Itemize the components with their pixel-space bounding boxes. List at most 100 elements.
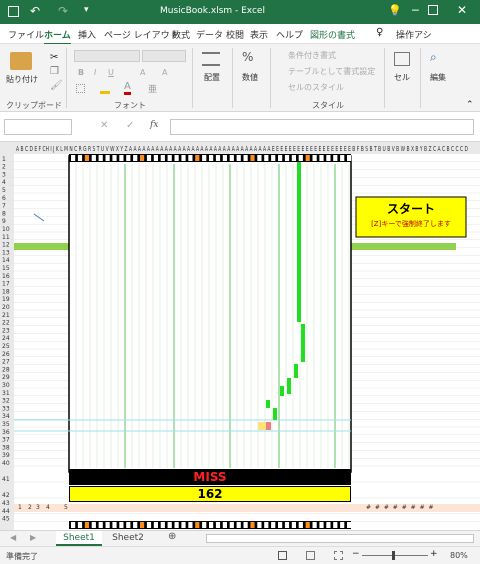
font-name-select[interactable] xyxy=(74,50,140,62)
alignment-button[interactable]: 配置 xyxy=(204,72,220,83)
scroll-right-icon[interactable]: ▶ xyxy=(30,533,36,542)
row-number: 1 xyxy=(2,156,6,163)
font-grow-icon[interactable]: A xyxy=(140,68,145,77)
row-number: 43 xyxy=(2,500,10,507)
tab-insert[interactable]: 挿入 xyxy=(78,28,96,41)
start-button[interactable]: スタート xyxy=(356,200,466,217)
tab-view[interactable]: 表示 xyxy=(250,28,268,41)
row-number: 13 xyxy=(2,249,10,256)
borders-icon[interactable] xyxy=(76,84,85,93)
page-break-view-icon[interactable] xyxy=(334,551,343,560)
normal-view-icon[interactable] xyxy=(278,551,287,560)
cut-icon[interactable]: ✂ xyxy=(50,52,58,63)
status-ready: 準備完了 xyxy=(6,552,38,561)
row-number: 17 xyxy=(2,281,10,288)
paste-icon[interactable] xyxy=(10,52,32,70)
format-painter-icon[interactable]: 🖌 xyxy=(50,80,63,91)
editing-button[interactable]: 編集 xyxy=(430,72,446,83)
key xyxy=(264,522,269,528)
font-shrink-icon[interactable]: A xyxy=(162,68,167,77)
page-layout-view-icon[interactable] xyxy=(306,551,315,560)
zoom-slider-thumb[interactable] xyxy=(392,551,395,560)
group-separator xyxy=(270,48,271,108)
tab-help[interactable]: ヘルプ xyxy=(276,28,303,41)
lightbulb-icon[interactable]: 💡 xyxy=(388,4,402,17)
zoom-in-icon[interactable]: + xyxy=(430,549,438,559)
key xyxy=(236,155,241,161)
key-strip-bottom xyxy=(69,521,352,529)
key xyxy=(215,522,221,528)
format-as-table-button[interactable]: テーブルとして書式設定 xyxy=(288,66,375,77)
insert-function-button[interactable]: fx xyxy=(150,120,158,130)
paste-button[interactable]: 貼り付け xyxy=(6,74,38,85)
tell-me-input[interactable]: 操作アシ xyxy=(396,28,432,41)
row-number: 4 xyxy=(2,179,6,186)
tab-shape-format[interactable]: 図形の書式 xyxy=(310,28,355,41)
undo-icon[interactable]: ↶ xyxy=(30,4,40,18)
key xyxy=(140,155,145,161)
copy-icon[interactable]: ❐ xyxy=(50,66,59,77)
row-number: 28 xyxy=(2,366,10,373)
customize-qat-icon[interactable]: ▾ xyxy=(84,5,89,15)
sheet-tab-sheet1[interactable]: Sheet1 xyxy=(56,531,102,546)
add-sheet-icon[interactable]: ⊕ xyxy=(168,531,176,542)
group-separator xyxy=(384,48,385,108)
number-button[interactable]: 数値 xyxy=(242,72,258,83)
close-icon[interactable]: ✕ xyxy=(457,3,467,17)
row-number: 40 xyxy=(2,460,10,467)
row-number: 23 xyxy=(2,327,10,334)
row-number: 2 xyxy=(2,164,6,171)
scroll-left-icon[interactable]: ◀ xyxy=(10,533,16,542)
key xyxy=(291,522,296,528)
tab-review[interactable]: 校閲 xyxy=(226,28,244,41)
font-color-icon[interactable]: A xyxy=(124,82,131,95)
italic-button[interactable]: I xyxy=(94,68,96,77)
row43-num: 2 xyxy=(28,504,32,511)
sheet-tab-sheet2[interactable]: Sheet2 xyxy=(106,531,150,546)
key xyxy=(77,155,83,161)
fill-color-icon[interactable] xyxy=(100,84,110,94)
zoom-level[interactable]: 80% xyxy=(450,551,468,560)
cells-icon[interactable] xyxy=(394,52,410,66)
collapse-ribbon-icon[interactable]: ⌃ xyxy=(466,100,474,110)
zoom-slider[interactable] xyxy=(362,555,428,556)
worksheet-grid[interactable]: A B C D E F CH I J K L M N C R G R S T U… xyxy=(0,142,480,530)
play-field xyxy=(68,155,352,473)
redo-icon[interactable]: ↷ xyxy=(58,4,68,18)
tab-formulas[interactable]: 数式 xyxy=(172,28,190,41)
tab-page-layout[interactable]: ページ レイアウト xyxy=(104,28,179,41)
tab-file[interactable]: ファイル xyxy=(8,28,44,41)
name-box[interactable] xyxy=(4,119,72,135)
alignment-icon[interactable] xyxy=(202,52,220,66)
number-format-icon[interactable]: % xyxy=(242,50,253,64)
zoom-out-icon[interactable]: − xyxy=(352,549,360,559)
bold-button[interactable]: B xyxy=(78,68,84,77)
underline-button[interactable]: U xyxy=(108,68,114,77)
row-number: 30 xyxy=(2,382,10,389)
formula-input[interactable] xyxy=(170,119,474,135)
cells-button[interactable]: セル xyxy=(394,72,410,83)
key xyxy=(153,522,158,528)
window-title: MusicBook.xlsm - Excel xyxy=(160,6,265,16)
horizontal-scrollbar[interactable] xyxy=(206,534,474,543)
cell-styles-button[interactable]: セルのスタイル xyxy=(288,82,344,93)
tab-data[interactable]: データ xyxy=(196,28,223,41)
cancel-icon[interactable]: ✕ xyxy=(100,120,108,131)
row-number: 10 xyxy=(2,226,10,233)
enter-icon[interactable]: ✓ xyxy=(126,120,134,131)
tab-home[interactable]: ホーム xyxy=(44,28,71,45)
key xyxy=(174,522,179,528)
key xyxy=(347,522,352,528)
phonetic-icon[interactable]: 亜 xyxy=(148,82,157,95)
minimize-icon[interactable]: ─ xyxy=(412,4,419,17)
save-icon[interactable] xyxy=(8,6,19,17)
key xyxy=(229,522,234,528)
search-icon[interactable]: ⌕ xyxy=(430,50,437,65)
start-hint: [Z]キーで強制終了します xyxy=(371,220,451,228)
key-strip-top xyxy=(69,154,352,162)
maximize-icon[interactable] xyxy=(428,5,438,15)
font-size-select[interactable] xyxy=(142,50,186,62)
note xyxy=(280,386,284,396)
judgment-display: MISS xyxy=(69,469,351,485)
conditional-format-button[interactable]: 条件付き書式 xyxy=(288,50,336,61)
